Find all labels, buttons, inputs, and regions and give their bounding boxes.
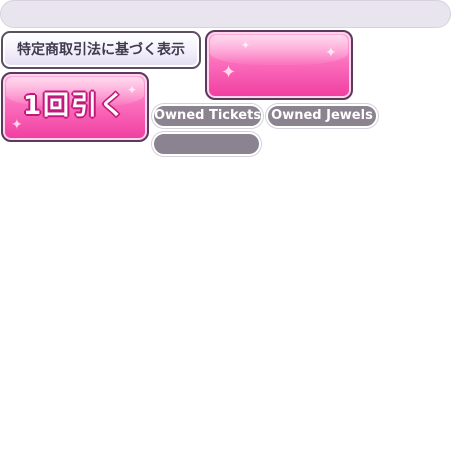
large-gacha-button[interactable]: ✦ ✦ ✦: [205, 30, 353, 100]
sparkle-icon: ✦: [241, 39, 251, 52]
draw-once-button[interactable]: ✦ ✦ 1回引く: [1, 72, 149, 142]
owned-tickets-badge: Owned Tickets: [152, 104, 263, 128]
button-gloss: [210, 35, 348, 66]
sparkle-icon: ✦: [325, 45, 337, 61]
draw-once-label: 1回引く: [22, 91, 128, 121]
gacha-screen: 特定商取引法に基づく表示 ✦ ✦ ✦ ✦ ✦ 1回引く Owned Ticket…: [0, 0, 451, 451]
currency-count-badge: [152, 132, 261, 156]
legal-notice-button[interactable]: 特定商取引法に基づく表示: [1, 31, 201, 69]
top-bar: [0, 0, 451, 28]
owned-jewels-badge: Owned Jewels: [266, 104, 378, 128]
sparkle-icon: ✦: [221, 62, 237, 83]
